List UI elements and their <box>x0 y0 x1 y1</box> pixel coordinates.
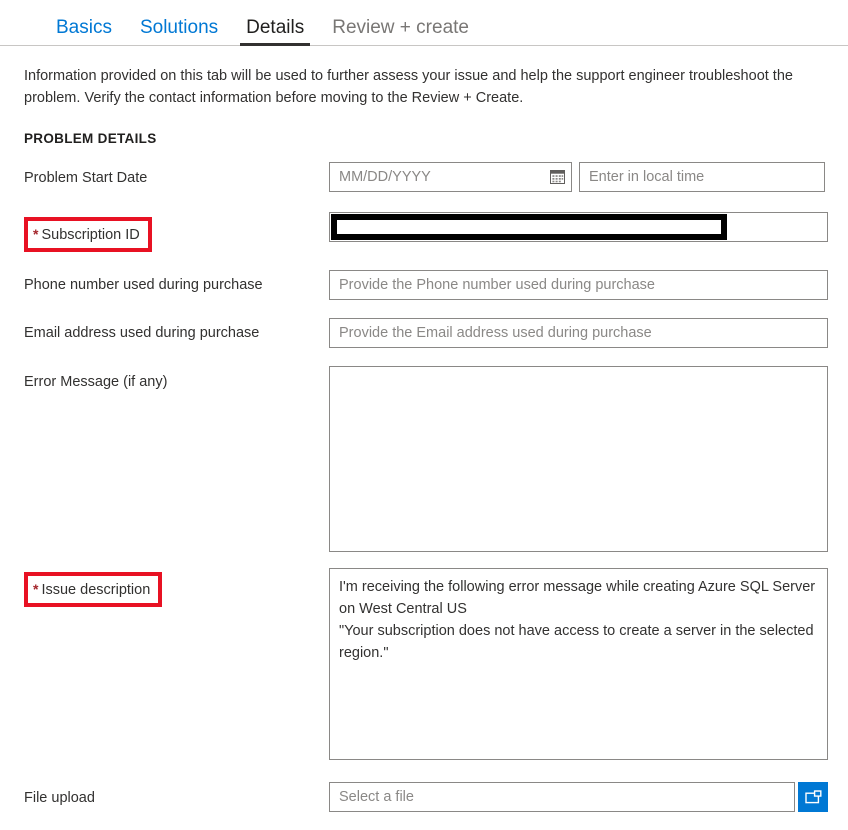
form-row-issue-description: * Issue description <box>24 568 828 760</box>
label-email-address: Email address used during purchase <box>24 325 260 341</box>
label-cell-error-message: Error Message (if any) <box>24 366 329 392</box>
redaction-bar <box>331 214 727 240</box>
label-cell-subscription-id: * Subscription ID <box>24 212 329 252</box>
label-file-upload: File upload <box>24 790 95 806</box>
problem-start-date-input[interactable] <box>329 162 572 192</box>
folder-open-icon <box>804 789 822 805</box>
problem-details-form: Problem Start Date MM/DD/YYYY Enter in l… <box>24 162 828 812</box>
form-row-error-message: Error Message (if any) <box>24 366 828 552</box>
label-cell-email-address: Email address used during purchase <box>24 318 329 343</box>
intro-text: Information provided on this tab will be… <box>24 68 793 106</box>
form-row-phone-number: Phone number used during purchase <box>24 270 828 300</box>
error-message-textarea[interactable] <box>329 366 828 552</box>
field-cell-email-address <box>329 318 828 348</box>
label-subscription-id: * Subscription ID <box>24 217 152 252</box>
tab-list: Basics Solutions Details Review + create <box>42 0 483 46</box>
field-cell-error-message <box>329 366 828 552</box>
required-marker: * <box>33 226 39 242</box>
field-cell-subscription-id <box>329 212 828 242</box>
label-phone-number: Phone number used during purchase <box>24 277 263 293</box>
field-cell-file-upload <box>329 782 828 812</box>
issue-description-textarea[interactable] <box>329 568 828 760</box>
form-row-problem-start-date: Problem Start Date <box>24 162 825 192</box>
browse-file-button[interactable] <box>798 782 828 812</box>
label-problem-start-date: Problem Start Date <box>24 170 148 186</box>
phone-number-input[interactable] <box>329 270 828 300</box>
label-issue-description: * Issue description <box>24 572 163 607</box>
label-issue-description-text: Issue description <box>41 582 151 598</box>
label-cell-issue-description: * Issue description <box>24 568 329 607</box>
field-cell-phone-number <box>329 270 828 300</box>
wizard-tab-strip: Basics Solutions Details Review + create <box>0 0 848 47</box>
tab-solutions[interactable]: Solutions <box>126 0 232 46</box>
calendar-icon[interactable] <box>548 167 566 185</box>
label-cell-phone-number: Phone number used during purchase <box>24 270 329 295</box>
label-cell-file-upload: File upload <box>24 782 329 808</box>
field-cell-problem-start-date <box>329 162 825 192</box>
tab-review-create[interactable]: Review + create <box>318 0 483 46</box>
section-heading-problem-details: PROBLEM DETAILS <box>24 131 157 146</box>
email-address-input[interactable] <box>329 318 828 348</box>
details-pane: Information provided on this tab will be… <box>0 65 848 812</box>
file-upload-input[interactable] <box>329 782 795 812</box>
label-cell-problem-start-date: Problem Start Date <box>24 162 329 188</box>
form-row-email-address: Email address used during purchase <box>24 318 828 348</box>
form-row-file-upload: File upload <box>24 782 828 812</box>
label-error-message: Error Message (if any) <box>24 374 168 390</box>
required-marker: * <box>33 581 39 597</box>
label-subscription-id-text: Subscription ID <box>41 227 140 243</box>
field-cell-issue-description <box>329 568 828 760</box>
subscription-id-wrapper <box>329 212 828 242</box>
tab-basics[interactable]: Basics <box>42 0 126 46</box>
form-row-subscription-id: * Subscription ID <box>24 212 828 252</box>
date-input-wrapper <box>329 162 572 192</box>
problem-start-time-input[interactable] <box>579 162 825 192</box>
tab-details[interactable]: Details <box>232 0 318 46</box>
